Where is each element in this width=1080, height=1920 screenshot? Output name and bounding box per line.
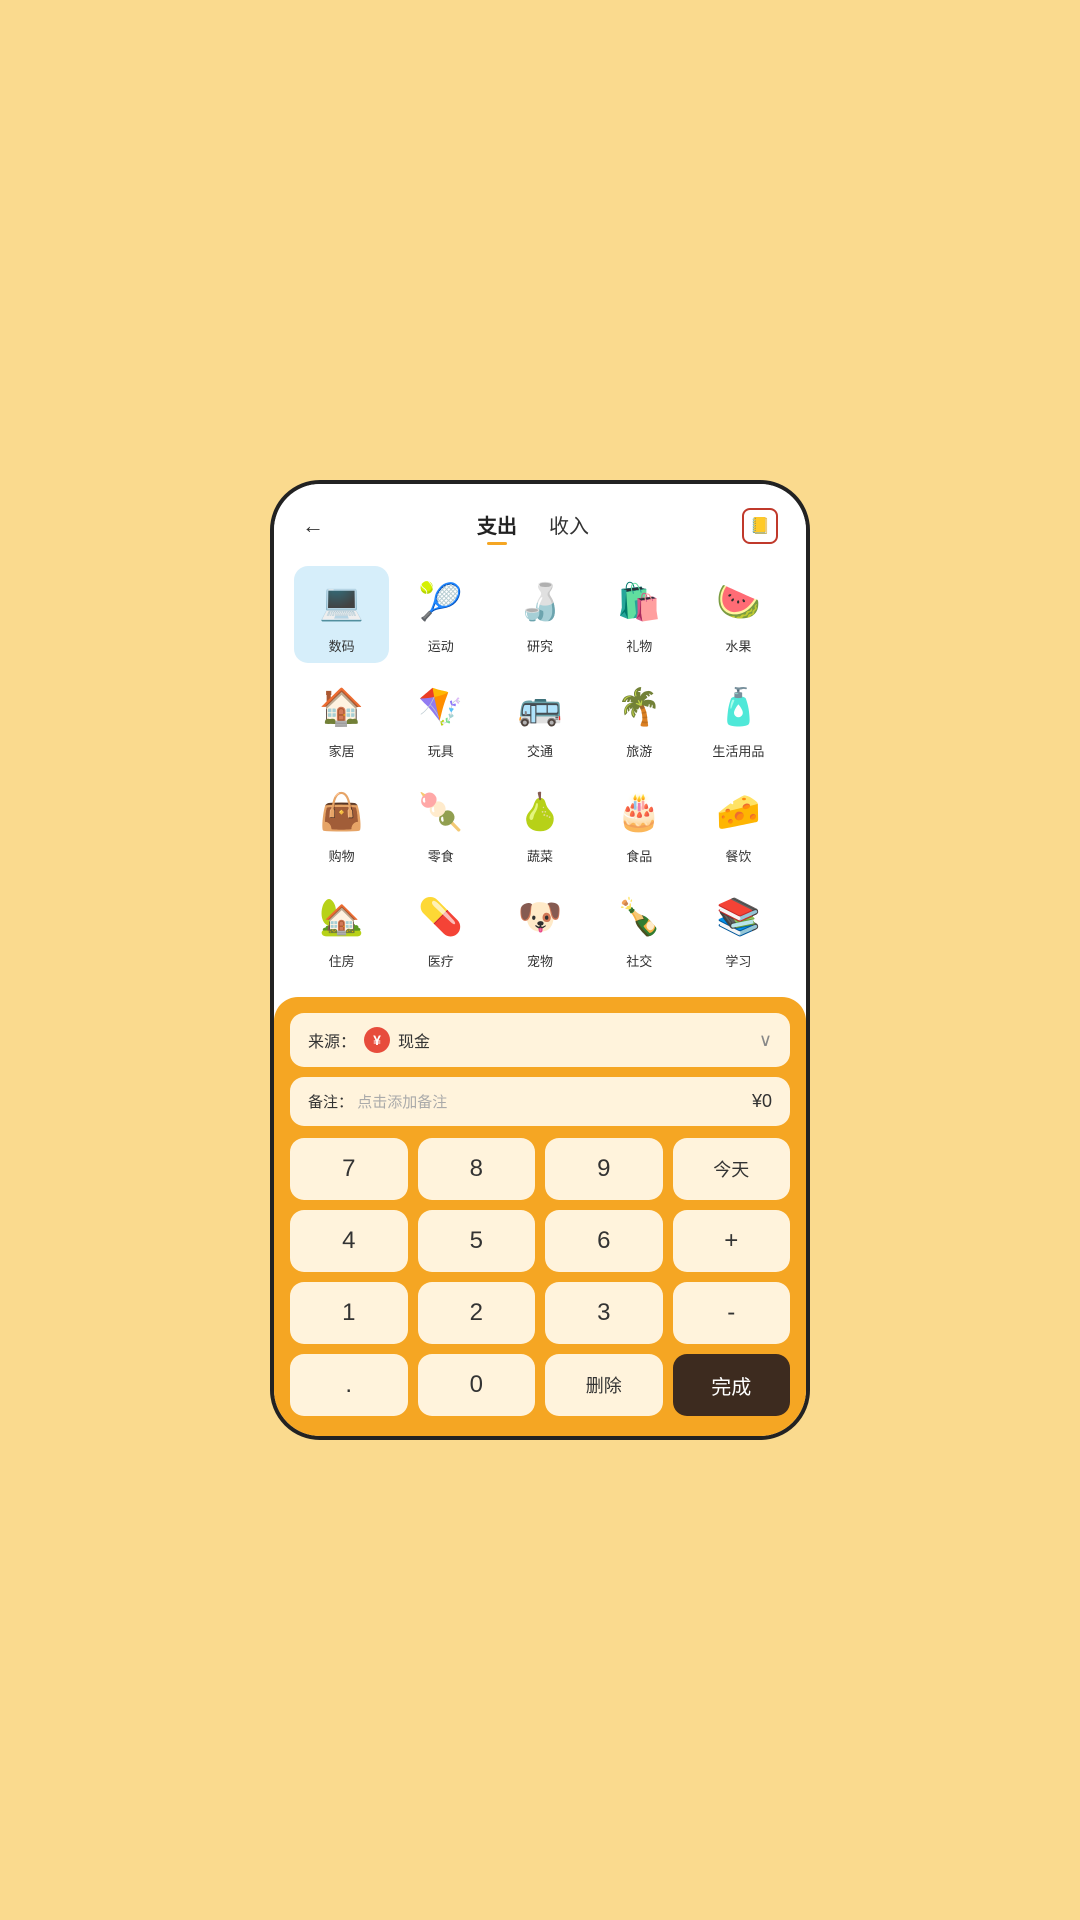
note-row[interactable]: 备注： 点击添加备注 ¥0: [290, 1077, 790, 1126]
key-8[interactable]: 8: [418, 1138, 536, 1200]
category-item-dailycare[interactable]: 🧴 生活用品: [691, 671, 786, 768]
key-今天[interactable]: 今天: [673, 1138, 791, 1200]
category-label-veggie: 蔬菜: [527, 846, 553, 865]
source-row[interactable]: 来源： ¥ 现金 ∨: [290, 1013, 790, 1067]
snack-icon: 🍡: [413, 784, 469, 840]
category-item-toy[interactable]: 🪁 玩具: [393, 671, 488, 768]
housing-icon: 🏡: [314, 889, 370, 945]
category-item-home[interactable]: 🏠 家居: [294, 671, 389, 768]
keypad: 789今天 456+123-.0删除完成: [290, 1138, 790, 1416]
note-left: 备注： 点击添加备注: [308, 1091, 447, 1112]
tab-expense[interactable]: 支出: [477, 510, 517, 543]
category-area: 💻 数码 🎾 运动 🍶 研究 🛍️ 礼物 🍉 水果 🏠 家居 🪁 玩具 🚌 交通 🌴 旅游 🧴 生活用品 👜 购物 🍡 零食 🍐…: [274, 556, 806, 997]
key-0[interactable]: 0: [418, 1354, 536, 1416]
note-prefix: 备注：: [308, 1094, 353, 1111]
category-label-snack: 零食: [428, 846, 454, 865]
medical-icon: 💊: [413, 889, 469, 945]
back-button[interactable]: ←: [302, 513, 324, 539]
category-label-travel: 旅游: [626, 741, 652, 760]
home-icon: 🏠: [314, 679, 370, 735]
tab-income[interactable]: 收入: [549, 510, 589, 543]
category-label-digital: 数码: [329, 636, 355, 655]
header: ← 支出 收入 📒: [274, 484, 806, 556]
note-placeholder: 点击添加备注: [357, 1094, 447, 1111]
study-icon: 📚: [710, 889, 766, 945]
category-item-social[interactable]: 🍾 社交: [592, 881, 687, 978]
category-label-transport: 交通: [527, 741, 553, 760]
source-left: 来源： ¥ 现金: [308, 1027, 430, 1053]
key-9[interactable]: 9: [545, 1138, 663, 1200]
category-label-fruit: 水果: [725, 636, 751, 655]
category-item-sports[interactable]: 🎾 运动: [393, 566, 488, 663]
dailycare-icon: 🧴: [710, 679, 766, 735]
category-item-gift[interactable]: 🛍️ 礼物: [592, 566, 687, 663]
pet-icon: 🐶: [512, 889, 568, 945]
dining-icon: 🧀: [710, 784, 766, 840]
book-icon[interactable]: 📒: [742, 508, 778, 544]
category-item-snack[interactable]: 🍡 零食: [393, 776, 488, 873]
category-item-transport[interactable]: 🚌 交通: [492, 671, 587, 768]
amount-display: ¥0: [752, 1091, 772, 1112]
key-2[interactable]: 2: [418, 1282, 536, 1344]
toy-icon: 🪁: [413, 679, 469, 735]
header-tabs: 支出 收入: [477, 510, 589, 543]
category-label-medical: 医疗: [428, 951, 454, 970]
key-3[interactable]: 3: [545, 1282, 663, 1344]
key--[interactable]: -: [673, 1282, 791, 1344]
key-完成[interactable]: 完成: [673, 1354, 791, 1416]
category-label-housing: 住房: [329, 951, 355, 970]
fruit-icon: 🍉: [710, 574, 766, 630]
category-label-dailycare: 生活用品: [712, 741, 764, 760]
key-4[interactable]: 4: [290, 1210, 408, 1272]
category-item-medical[interactable]: 💊 医疗: [393, 881, 488, 978]
category-label-home: 家居: [329, 741, 355, 760]
digital-icon: 💻: [314, 574, 370, 630]
key-.[interactable]: .: [290, 1354, 408, 1416]
category-label-shopping: 购物: [329, 846, 355, 865]
category-item-food[interactable]: 🎂 食品: [592, 776, 687, 873]
category-item-research[interactable]: 🍶 研究: [492, 566, 587, 663]
research-icon: 🍶: [512, 574, 568, 630]
gift-icon: 🛍️: [611, 574, 667, 630]
category-item-digital[interactable]: 💻 数码: [294, 566, 389, 663]
key-删除[interactable]: 删除: [545, 1354, 663, 1416]
social-icon: 🍾: [611, 889, 667, 945]
transport-icon: 🚌: [512, 679, 568, 735]
bottom-panel: 来源： ¥ 现金 ∨ 备注： 点击添加备注 ¥0 789今天 456+123-.0…: [274, 997, 806, 1436]
veggie-icon: 🍐: [512, 784, 568, 840]
key-7[interactable]: 7: [290, 1138, 408, 1200]
category-label-pet: 宠物: [527, 951, 553, 970]
category-grid: 💻 数码 🎾 运动 🍶 研究 🛍️ 礼物 🍉 水果 🏠 家居 🪁 玩具 🚌 交通 🌴 旅游 🧴 生活用品 👜 购物 🍡 零食 🍐…: [294, 566, 786, 978]
shopping-icon: 👜: [314, 784, 370, 840]
key-6[interactable]: 6: [545, 1210, 663, 1272]
category-label-research: 研究: [527, 636, 553, 655]
category-item-pet[interactable]: 🐶 宠物: [492, 881, 587, 978]
category-label-social: 社交: [626, 951, 652, 970]
category-label-food: 食品: [626, 846, 652, 865]
category-item-travel[interactable]: 🌴 旅游: [592, 671, 687, 768]
category-item-study[interactable]: 📚 学习: [691, 881, 786, 978]
travel-icon: 🌴: [611, 679, 667, 735]
chevron-down-icon: ∨: [759, 1030, 772, 1051]
yuan-icon: ¥: [364, 1027, 390, 1053]
category-label-gift: 礼物: [626, 636, 652, 655]
category-item-fruit[interactable]: 🍉 水果: [691, 566, 786, 663]
category-label-dining: 餐饮: [725, 846, 751, 865]
phone-container: ← 支出 收入 📒 💻 数码 🎾 运动 🍶 研究 🛍️ 礼物 🍉 水果 🏠 家居 🪁 玩具 🚌 交通 🌴 旅游 🧴 生…: [270, 480, 810, 1440]
category-item-dining[interactable]: 🧀 餐饮: [691, 776, 786, 873]
key-1[interactable]: 1: [290, 1282, 408, 1344]
food-icon: 🎂: [611, 784, 667, 840]
category-item-housing[interactable]: 🏡 住房: [294, 881, 389, 978]
category-item-veggie[interactable]: 🍐 蔬菜: [492, 776, 587, 873]
source-name: 现金: [398, 1028, 430, 1052]
source-prefix: 来源：: [308, 1028, 356, 1052]
category-item-shopping[interactable]: 👜 购物: [294, 776, 389, 873]
key-5[interactable]: 5: [418, 1210, 536, 1272]
sports-icon: 🎾: [413, 574, 469, 630]
category-label-study: 学习: [725, 951, 751, 970]
category-label-toy: 玩具: [428, 741, 454, 760]
key-+[interactable]: +: [673, 1210, 791, 1272]
category-label-sports: 运动: [428, 636, 454, 655]
